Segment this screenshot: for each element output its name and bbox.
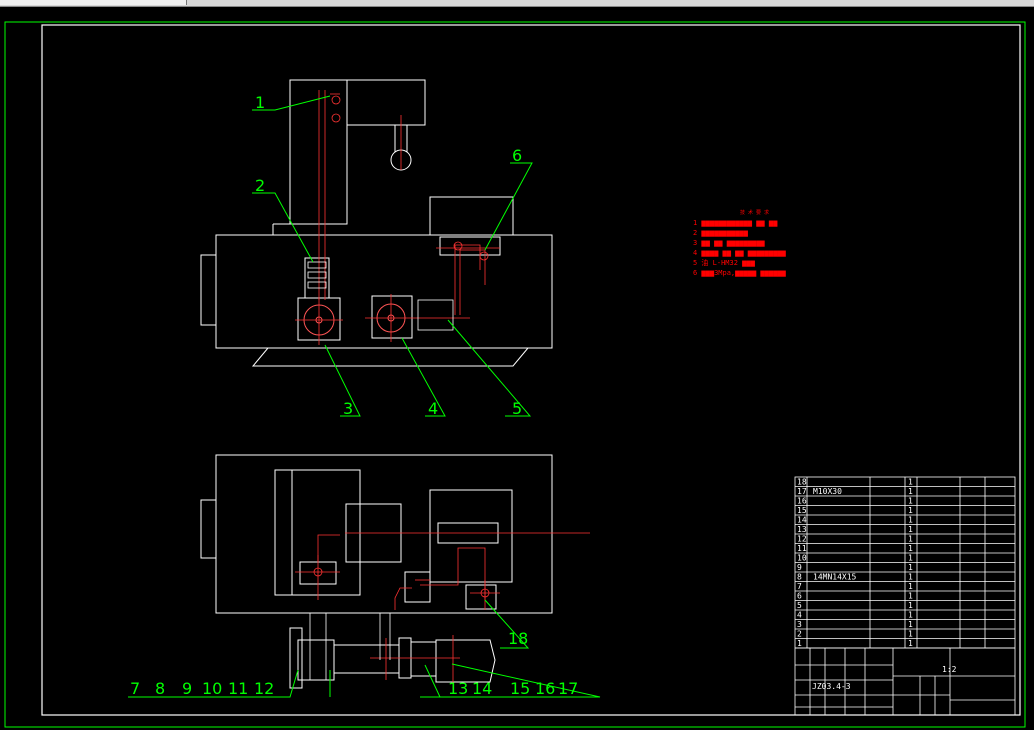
parts-row-spec: 14MN14X15 [813, 573, 857, 582]
parts-row-number: 12 [797, 535, 807, 544]
callout-9: 9 [182, 679, 192, 698]
parts-row-qty: 1 [908, 611, 913, 620]
parts-row-number: 15 [797, 506, 807, 515]
parts-row-qty: 1 [908, 573, 913, 582]
note-5: 5 油 L-HM32 ▆▆▆ [693, 258, 756, 267]
callout-18: 18 [508, 629, 528, 648]
callout-2: 2 [255, 176, 265, 195]
notes-title: 技 术 要 求 [740, 209, 769, 216]
parts-row-number: 13 [797, 525, 807, 534]
note-4: 4 ▆▆▆▆ ▆▆ ▆▆ ▆▆▆▆▆▆▆▆▆ [693, 249, 787, 257]
plan-housing [215, 454, 553, 614]
note-6: 6 ▆▆▆3Mpa,▆▆▆▆▆ ▆▆▆▆▆▆ [693, 269, 787, 277]
parts-row-number: 10 [797, 554, 807, 563]
parts-row-qty: 1 [908, 506, 913, 515]
plan-block [429, 489, 513, 583]
callout-1: 1 [255, 93, 265, 112]
base-housing [215, 234, 553, 349]
parts-row-spec: M10X30 [813, 487, 842, 496]
parts-row-qty: 1 [908, 601, 913, 610]
parts-row-qty: 1 [908, 535, 913, 544]
outer-frame [4, 21, 1026, 728]
cad-drawing-canvas[interactable]: 1 2 3 4 5 6 7 8 9 10 11 12 13 14 15 16 1… [0, 0, 1034, 730]
parts-row-qty: 1 [908, 563, 913, 572]
plan-view-centerlines [295, 532, 590, 690]
parts-row-number: 7 [797, 582, 802, 591]
parts-row-number: 6 [797, 592, 802, 601]
parts-row-number: 3 [797, 620, 802, 629]
parts-row-qty: 1 [908, 478, 913, 487]
parts-row-number: 9 [797, 563, 802, 572]
callout-3: 3 [343, 399, 353, 418]
callout-16: 16 [535, 679, 555, 698]
parts-row-qty: 1 [908, 525, 913, 534]
parts-row-qty: 1 [908, 592, 913, 601]
drawing-number: JZ03.4-3 [812, 682, 851, 691]
base-foot [251, 347, 529, 367]
parts-row-number: 11 [797, 544, 807, 553]
callout-12: 12 [254, 679, 274, 698]
inner-frame [41, 24, 1021, 716]
parts-row-qty: 1 [908, 544, 913, 553]
parts-row-qty: 1 [908, 639, 913, 648]
callout-14: 14 [472, 679, 492, 698]
parts-row-qty: 1 [908, 487, 913, 496]
parts-row-qty: 1 [908, 554, 913, 563]
callout-6: 6 [512, 146, 522, 165]
column-body [289, 79, 426, 225]
parts-row-number: 4 [797, 611, 802, 620]
callout-4: 4 [428, 399, 438, 418]
callout-17: 17 [558, 679, 578, 698]
parts-row-qty: 1 [908, 582, 913, 591]
parts-row-number: 18 [797, 478, 807, 487]
callout-11: 11 [228, 679, 248, 698]
left-stub [200, 254, 217, 326]
parts-row-qty: 1 [908, 620, 913, 629]
note-3: 3 ▆▆ ▆▆ ▆▆▆▆▆▆▆▆▆ [693, 239, 765, 247]
plan-view [200, 454, 553, 689]
callout-10: 10 [202, 679, 222, 698]
technical-notes: 技 术 要 求 1 ▆▆▆▆▆▆▆▆▆▆▆▆ ▆▆ ▆▆ 2 ▆▆▆▆▆▆▆▆▆… [693, 209, 787, 277]
callouts-bottom: 7 8 9 10 11 12 13 14 15 16 17 18 [130, 629, 578, 698]
callout-13: 13 [448, 679, 468, 698]
note-1: 1 ▆▆▆▆▆▆▆▆▆▆▆▆ ▆▆ ▆▆ [693, 219, 778, 227]
parts-row-qty: 1 [908, 630, 913, 639]
callout-7: 7 [130, 679, 140, 698]
note-2: 2 ▆▆▆▆▆▆▆▆▆▆▆ [693, 229, 749, 237]
parts-row-number: 17 [797, 487, 807, 496]
parts-row-number: 1 [797, 639, 802, 648]
motor-body [435, 639, 496, 683]
parts-row-number: 5 [797, 601, 802, 610]
callout-8: 8 [155, 679, 165, 698]
callout-15: 15 [510, 679, 530, 698]
callout-5: 5 [512, 399, 522, 418]
plan-view-pipes [295, 612, 400, 680]
parts-row-number: 14 [797, 516, 807, 525]
scale-label: 1:2 [942, 665, 957, 674]
plan-left-stub [200, 499, 217, 559]
parts-row-qty: 1 [908, 497, 913, 506]
parts-row-number: 2 [797, 630, 802, 639]
title-block [794, 476, 1016, 716]
leader-lines [128, 95, 601, 698]
top-block [429, 196, 514, 236]
parts-row-qty: 1 [908, 516, 913, 525]
parts-row-number: 16 [797, 497, 807, 506]
parts-row-number: 8 [797, 573, 802, 582]
